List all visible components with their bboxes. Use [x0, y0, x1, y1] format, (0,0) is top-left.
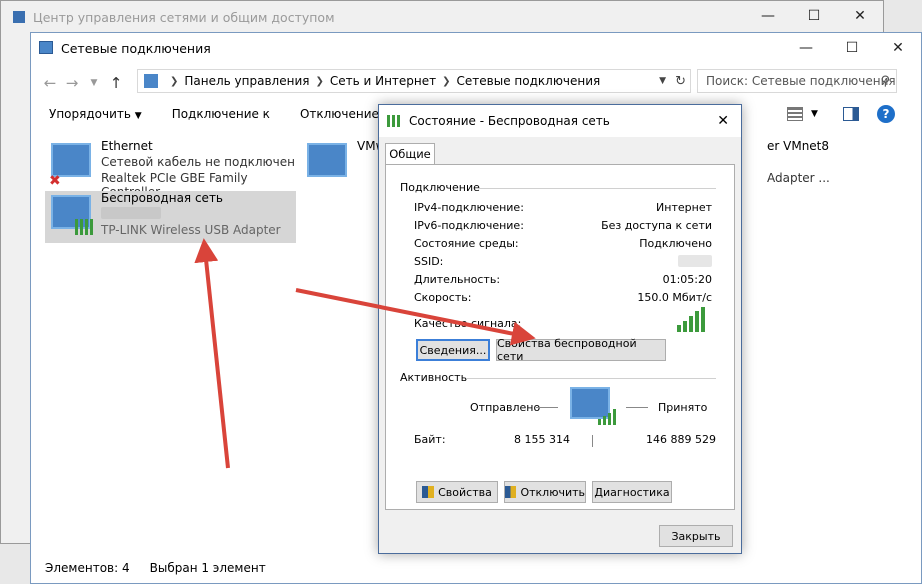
- arrow-to-properties: [295, 288, 536, 346]
- arrow-to-wireless: [194, 238, 230, 469]
- annotation-arrows: [194, 238, 536, 469]
